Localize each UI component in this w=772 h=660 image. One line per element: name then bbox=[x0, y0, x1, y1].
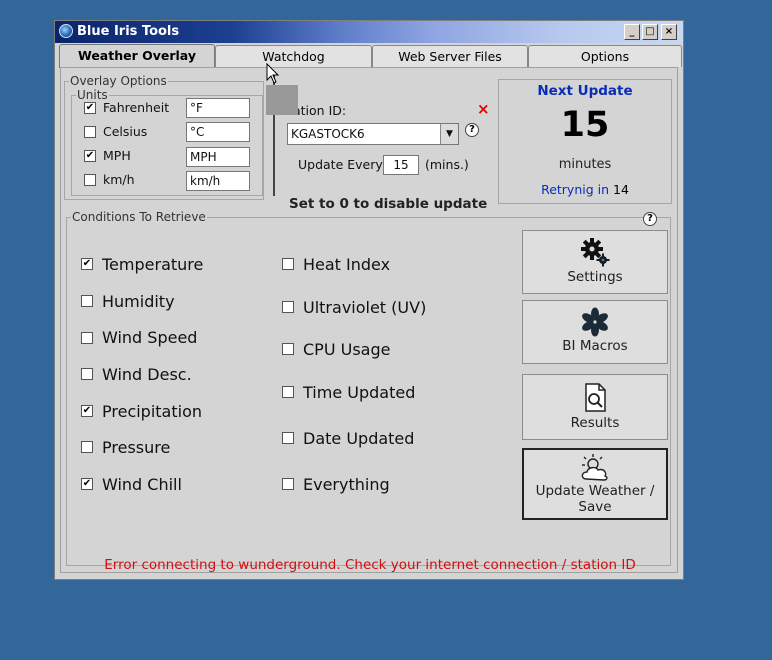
tab-watchdog[interactable]: Watchdog bbox=[215, 45, 372, 67]
temperature-checkbox[interactable]: ✔ bbox=[81, 258, 93, 270]
everything-label: Everything bbox=[303, 475, 390, 494]
humidity-checkbox[interactable] bbox=[81, 295, 93, 307]
overlay-options-legend: Overlay Options bbox=[70, 74, 167, 88]
update-weather-label-line2: Save bbox=[578, 499, 612, 515]
settings-label: Settings bbox=[567, 269, 623, 285]
next-update-value: 15 bbox=[560, 105, 610, 145]
wind-chill-checkbox[interactable]: ✔ bbox=[81, 478, 93, 490]
document-search-icon bbox=[585, 383, 606, 412]
time-updated-checkbox[interactable] bbox=[282, 386, 294, 398]
app-globe-icon bbox=[59, 24, 73, 38]
minimize-button[interactable]: _ bbox=[624, 24, 640, 40]
next-update-unit: minutes bbox=[558, 157, 612, 172]
pressure-label: Pressure bbox=[102, 438, 171, 457]
mins-label: (mins.) bbox=[425, 157, 469, 172]
fahrenheit-checkbox[interactable]: ✔ bbox=[84, 102, 96, 114]
update-weather-label-line1: Update Weather / bbox=[535, 483, 655, 499]
tab-options[interactable]: Options bbox=[528, 45, 682, 67]
drag-tooltip-box bbox=[266, 85, 298, 115]
station-id-label: ation ID: bbox=[293, 103, 347, 118]
error-message: Error connecting to wunderground. Check … bbox=[104, 557, 636, 573]
bi-macros-button[interactable]: BI Macros bbox=[522, 300, 668, 364]
partly-cloudy-icon bbox=[581, 454, 608, 481]
retry-status: Retrynig in 14 bbox=[499, 182, 671, 197]
retry-label: Retrynig in bbox=[541, 182, 610, 197]
asterisk-flower-icon bbox=[582, 307, 608, 337]
cpu-usage-checkbox[interactable] bbox=[282, 343, 294, 355]
update-interval-input[interactable]: 15 bbox=[383, 155, 419, 175]
time-updated-label: Time Updated bbox=[303, 383, 416, 402]
next-update-box: Next Update 15 minutes Retrynig in 14 bbox=[498, 79, 672, 204]
date-updated-checkbox[interactable] bbox=[282, 432, 294, 444]
ultraviolet-checkbox[interactable] bbox=[282, 301, 294, 313]
celsius-unit-input[interactable]: °C bbox=[186, 122, 250, 142]
update-every-label: Update Every bbox=[298, 157, 383, 172]
fahrenheit-label: Fahrenheit bbox=[103, 100, 170, 115]
mph-checkbox[interactable]: ✔ bbox=[84, 150, 96, 162]
conditions-help-icon[interactable]: ? bbox=[643, 212, 657, 226]
results-button[interactable]: Results bbox=[522, 374, 668, 440]
tab-web-server-files[interactable]: Web Server Files bbox=[372, 45, 528, 67]
title-bar[interactable]: Blue Iris Tools _ □ × bbox=[55, 21, 683, 43]
fahrenheit-unit-input[interactable]: °F bbox=[186, 98, 250, 118]
celsius-label: Celsius bbox=[103, 124, 148, 139]
station-help-icon[interactable]: ? bbox=[465, 123, 479, 137]
conditions-legend: Conditions To Retrieve bbox=[72, 210, 206, 224]
wind-chill-label: Wind Chill bbox=[102, 475, 182, 494]
station-id-dropdown[interactable]: KGASTOCK6 ▼ bbox=[287, 123, 459, 145]
settings-button[interactable]: Settings bbox=[522, 230, 668, 294]
heat-index-label: Heat Index bbox=[303, 255, 391, 274]
next-update-title: Next Update bbox=[537, 83, 633, 99]
kmh-label: km/h bbox=[103, 172, 135, 187]
kmh-checkbox[interactable] bbox=[84, 174, 96, 186]
window-title: Blue Iris Tools bbox=[77, 24, 180, 39]
heat-index-checkbox[interactable] bbox=[282, 258, 294, 270]
update-weather-save-button[interactable]: Update Weather / Save bbox=[522, 448, 668, 520]
date-updated-label: Date Updated bbox=[303, 429, 415, 448]
retry-value: 14 bbox=[613, 182, 629, 197]
close-button[interactable]: × bbox=[661, 24, 677, 40]
main-window: Blue Iris Tools _ □ × Weather Overlay Wa… bbox=[54, 20, 684, 580]
weather-overlay-panel: Overlay Options Units ✔ Fahrenheit °F Ce… bbox=[60, 67, 678, 573]
everything-checkbox[interactable] bbox=[282, 478, 294, 490]
humidity-label: Humidity bbox=[102, 292, 175, 311]
mouse-cursor-icon bbox=[266, 63, 280, 84]
pressure-checkbox[interactable] bbox=[81, 441, 93, 453]
wind-desc-checkbox[interactable] bbox=[81, 368, 93, 380]
wind-speed-checkbox[interactable] bbox=[81, 332, 93, 344]
gears-icon bbox=[581, 238, 610, 267]
mph-unit-input[interactable]: MPH bbox=[186, 147, 250, 167]
mph-label: MPH bbox=[103, 148, 131, 163]
maximize-button[interactable]: □ bbox=[642, 24, 658, 40]
wind-desc-label: Wind Desc. bbox=[102, 365, 192, 384]
station-id-value: KGASTOCK6 bbox=[291, 127, 365, 141]
kmh-unit-input[interactable]: km/h bbox=[186, 171, 250, 191]
cpu-usage-label: CPU Usage bbox=[303, 340, 391, 359]
precipitation-label: Precipitation bbox=[102, 402, 203, 421]
bi-macros-label: BI Macros bbox=[562, 338, 628, 354]
celsius-checkbox[interactable] bbox=[84, 126, 96, 138]
tab-weather-overlay[interactable]: Weather Overlay bbox=[59, 44, 215, 68]
station-close-icon[interactable]: × bbox=[477, 100, 490, 118]
temperature-label: Temperature bbox=[102, 255, 204, 274]
ultraviolet-label: Ultraviolet (UV) bbox=[303, 298, 427, 317]
wind-speed-label: Wind Speed bbox=[102, 328, 198, 347]
precipitation-checkbox[interactable]: ✔ bbox=[81, 405, 93, 417]
dropdown-arrow-icon[interactable]: ▼ bbox=[440, 124, 458, 144]
results-label: Results bbox=[570, 415, 620, 431]
